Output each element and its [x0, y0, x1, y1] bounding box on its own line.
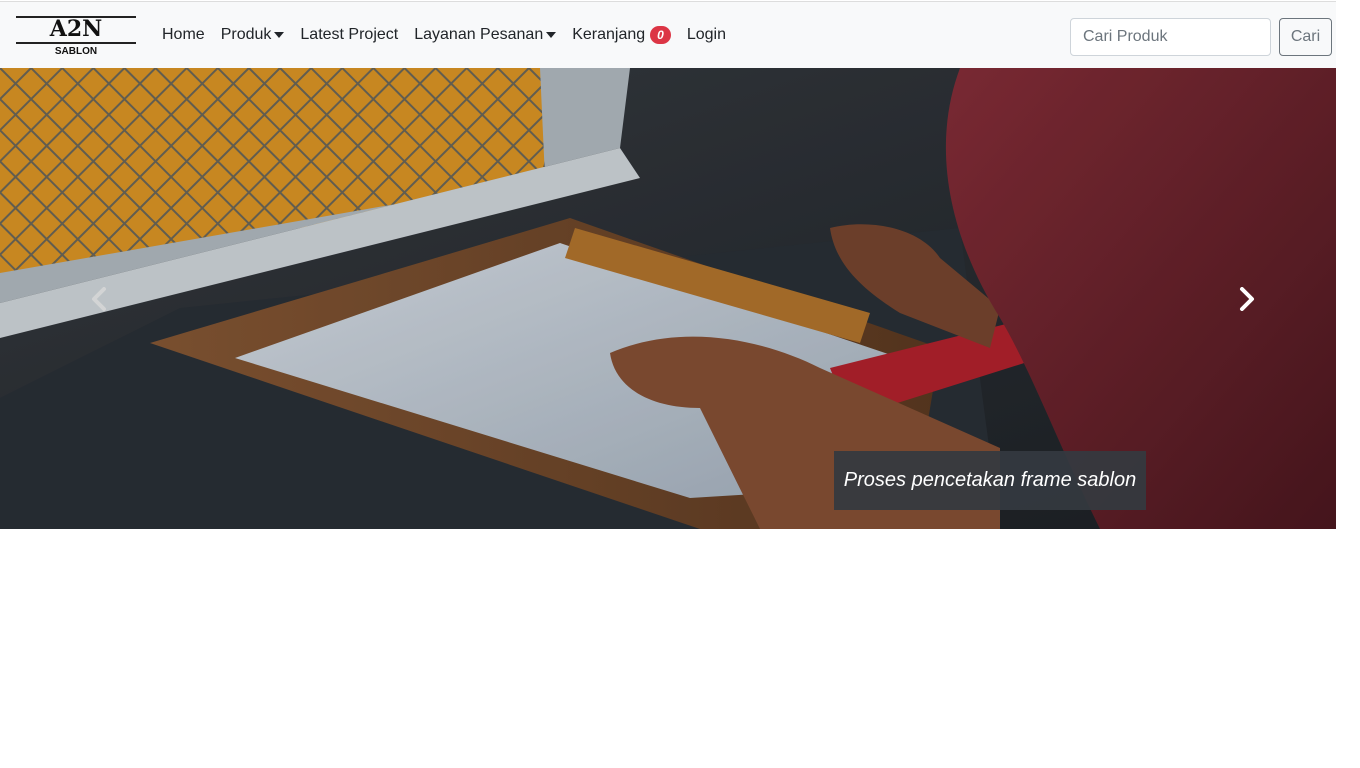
nav-keranjang-label: Keranjang: [572, 26, 646, 43]
logo-subtitle: SABLON: [54, 46, 98, 57]
carousel-next-button[interactable]: [1146, 68, 1336, 529]
caret-down-icon: [546, 32, 557, 38]
chevron-right-icon: [1240, 286, 1254, 311]
brand-logo[interactable]: A2N SABLON: [16, 16, 136, 60]
nav-latest-project[interactable]: Latest Project: [292, 2, 406, 68]
nav-produk-label: Produk: [220, 26, 272, 43]
nav-login[interactable]: Login: [679, 2, 734, 68]
cart-count-badge: 0: [650, 26, 671, 44]
nav-menu: Home Produk Latest Project Layanan Pesan…: [154, 2, 734, 68]
logo-title: A2N: [49, 16, 103, 42]
nav-layanan-pesanan-dropdown[interactable]: Layanan Pesanan: [406, 2, 564, 68]
nav-keranjang[interactable]: Keranjang 0: [564, 2, 679, 68]
nav-home[interactable]: Home: [154, 2, 213, 68]
chevron-left-icon: [92, 286, 106, 311]
nav-produk-dropdown[interactable]: Produk: [213, 2, 293, 68]
navbar: A2N SABLON Home Produk Latest Project La…: [0, 1, 1336, 68]
hero-carousel: Proses pencetakan frame sablon: [0, 68, 1336, 529]
logo-rule-bottom: [16, 42, 136, 44]
search-input[interactable]: [1070, 18, 1271, 56]
carousel-caption: Proses pencetakan frame sablon: [834, 451, 1146, 510]
search-button[interactable]: Cari: [1279, 18, 1332, 56]
nav-layanan-pesanan-label: Layanan Pesanan: [414, 26, 544, 43]
caret-down-icon: [274, 32, 285, 38]
carousel-prev-button[interactable]: [0, 68, 200, 529]
